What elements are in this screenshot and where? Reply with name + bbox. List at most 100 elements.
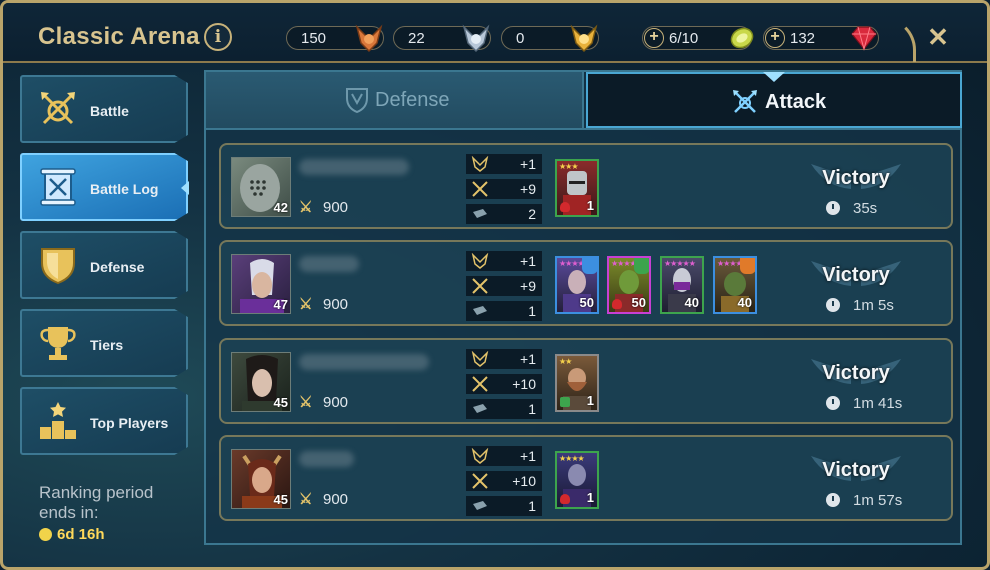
sidebar-item-tiers[interactable]: Tiers	[20, 309, 188, 377]
tab-defense[interactable]: Defense	[206, 72, 584, 128]
sidebar-item-defense[interactable]: Defense	[20, 231, 188, 299]
medals-value: +1	[520, 351, 536, 367]
battle-result: Victory	[822, 459, 890, 481]
medal-icon	[471, 253, 489, 269]
sidebar-item-battle[interactable]: Battle	[20, 75, 188, 143]
hero-card[interactable]: ★★ 1	[555, 354, 599, 412]
power-value: 900	[323, 199, 349, 216]
tokens-value: 2	[528, 206, 536, 222]
hero-level: 50	[631, 295, 646, 310]
shield-icon	[41, 248, 75, 285]
battle-duration: 1m 5s	[826, 297, 894, 314]
battle-log-row[interactable]: 42 ⚔ 900 +1 +9 2 ★★★ 1 Victory 35s	[219, 143, 953, 229]
clock-icon	[39, 528, 52, 541]
medal-icon	[471, 156, 489, 172]
silver-medals-value: 22	[408, 30, 425, 47]
add-tokens-button[interactable]: +	[644, 28, 664, 48]
opponent-avatar[interactable]: 45	[231, 449, 291, 509]
tokens-value: 1	[528, 401, 536, 417]
gold-medals-counter: 0	[501, 24, 599, 53]
arena-tokens-value: 6/10	[669, 30, 699, 47]
battle-duration-value: 1m 41s	[853, 395, 903, 412]
rating-value: +9	[520, 181, 536, 197]
crossed-axes-icon	[41, 92, 75, 125]
arena-tokens-counter: + 6/10	[642, 26, 754, 50]
sidebar-item-label: Battle	[90, 103, 129, 119]
tokens-value: 1	[528, 303, 536, 319]
opponent-level: 45	[273, 492, 288, 507]
medals-value: +1	[520, 448, 536, 464]
hero-level: 1	[586, 198, 594, 213]
skull-icon	[560, 202, 570, 212]
power-value: 900	[323, 491, 349, 508]
clock-icon	[826, 298, 840, 312]
opponent-avatar[interactable]: 47	[231, 254, 291, 314]
info-button[interactable]: i	[204, 23, 232, 51]
crossed-swords-icon: ⚔	[299, 394, 313, 411]
hero-card[interactable]: ★★★★★★ 50	[607, 256, 651, 314]
active-item-pointer	[181, 181, 189, 195]
silver-medals-counter: 22	[393, 24, 491, 53]
medals-stat: +1	[466, 154, 542, 174]
top-bar: Classic Arena i 150 22 0 + 6/10 + 132 ✕	[3, 3, 987, 63]
rating-value: +10	[512, 473, 536, 489]
gem-icon	[851, 26, 877, 51]
opponent-name-blurred	[299, 354, 429, 370]
opponent-avatar[interactable]: 42	[231, 157, 291, 217]
hero-card[interactable]: ★★★★ 1	[555, 451, 599, 509]
gems-counter: + 132	[763, 26, 879, 51]
sidebar-item-label: Battle Log	[90, 181, 159, 197]
defense-badge-icon	[634, 258, 649, 274]
tab-divider	[206, 128, 960, 130]
sidebar-item-top-players[interactable]: Top Players	[20, 387, 188, 455]
hero-card[interactable]: ★★★★★ 40	[713, 256, 757, 314]
medal-icon	[471, 351, 489, 367]
battle-result: Victory	[822, 264, 890, 286]
tokens-stat: 1	[466, 301, 542, 321]
hero-card[interactable]: ★★★★★★ 50	[555, 256, 599, 314]
podium-icon	[40, 402, 76, 439]
hero-card[interactable]: ★★★★★ 40	[660, 256, 704, 314]
arena-window: Classic Arena i 150 22 0 + 6/10 + 132 ✕ …	[0, 0, 990, 570]
bronze-medals-counter: 150	[286, 24, 384, 53]
battle-log-row[interactable]: 47 ⚔ 900 +1 +9 1 ★★★★★★ 50 ★★★★★★ 50 ★★★★…	[219, 240, 953, 326]
token-icon	[473, 306, 487, 315]
battle-result: Victory	[822, 362, 890, 384]
arena-token-icon	[730, 27, 754, 49]
power-value: 900	[323, 296, 349, 313]
gold-medal-icon	[570, 24, 598, 53]
gems-value: 132	[790, 30, 816, 47]
opponent-name-blurred	[299, 451, 354, 467]
skull-icon	[560, 494, 570, 504]
rating-stat: +9	[466, 179, 542, 199]
gold-medals-value: 0	[516, 30, 525, 47]
opponent-avatar[interactable]: 45	[231, 352, 291, 412]
crossed-swords-icon	[472, 278, 488, 294]
battle-duration-value: 1m 5s	[853, 297, 894, 314]
battle-duration-value: 1m 57s	[853, 492, 903, 509]
crossed-swords-icon: ⚔	[299, 296, 313, 313]
active-tab-pointer	[763, 72, 785, 82]
opponent-name-blurred	[299, 256, 359, 272]
battle-duration: 1m 41s	[826, 395, 902, 412]
battle-duration: 1m 57s	[826, 492, 902, 509]
battle-log-row[interactable]: 45 ⚔ 900 +1 +10 1 ★★★★ 1 Victory 1m 57s	[219, 435, 953, 521]
add-gems-button[interactable]: +	[765, 28, 785, 48]
opponent-power: ⚔ 900	[299, 490, 348, 508]
page-title: Classic Arena	[38, 23, 200, 50]
medal-icon	[471, 448, 489, 464]
opponent-power: ⚔ 900	[299, 393, 348, 411]
battle-result: Victory	[822, 167, 890, 189]
battle-log-panel: Defense Attack 42 ⚔ 900 +1 +9 2 ★★★ 1 Vi…	[204, 70, 962, 545]
hero-stars: ★★★★	[559, 454, 585, 463]
close-button[interactable]: ✕	[925, 24, 951, 51]
hero-level: 40	[684, 295, 699, 310]
battle-log-row[interactable]: 45 ⚔ 900 +1 +10 1 ★★ 1 Victory 1m 41s	[219, 338, 953, 424]
support-badge-icon	[582, 258, 597, 274]
lightning-icon	[560, 397, 570, 407]
crossed-axes-icon	[733, 90, 757, 113]
hero-card[interactable]: ★★★ 1	[555, 159, 599, 217]
crossed-swords-icon: ⚔	[299, 199, 313, 216]
rating-value: +10	[512, 376, 536, 392]
sidebar-item-battle-log[interactable]: Battle Log	[20, 153, 188, 221]
